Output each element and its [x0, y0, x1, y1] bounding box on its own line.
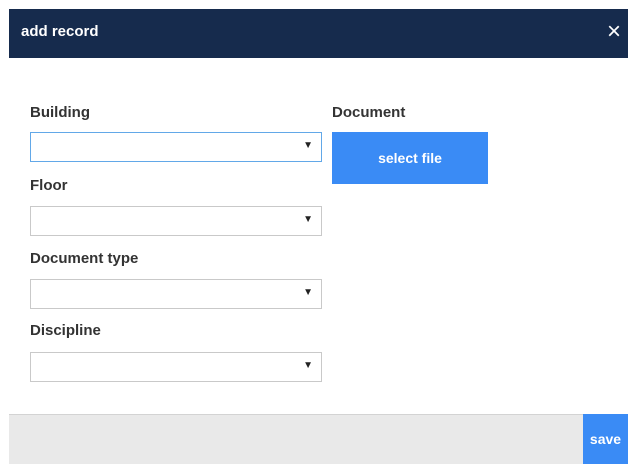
- floor-select[interactable]: ▼: [30, 206, 322, 236]
- add-record-dialog: add record × Building ▼ Floor ▼ Document…: [0, 0, 628, 464]
- chevron-down-icon: ▼: [303, 214, 313, 225]
- select-file-button[interactable]: select file: [332, 132, 488, 184]
- building-label: Building: [30, 104, 90, 121]
- chevron-down-icon: ▼: [303, 287, 313, 298]
- document-label: Document: [332, 104, 406, 121]
- dialog-footer: [9, 414, 628, 464]
- building-select[interactable]: ▼: [30, 132, 322, 162]
- discipline-label: Discipline: [30, 322, 101, 339]
- dialog-header: add record ×: [9, 9, 628, 58]
- close-icon[interactable]: ×: [600, 19, 628, 47]
- dialog-title: add record: [21, 23, 99, 40]
- save-button[interactable]: save: [583, 414, 628, 464]
- chevron-down-icon: ▼: [303, 140, 313, 151]
- document-type-select[interactable]: ▼: [30, 279, 322, 309]
- discipline-select[interactable]: ▼: [30, 352, 322, 382]
- chevron-down-icon: ▼: [303, 360, 313, 371]
- floor-label: Floor: [30, 177, 68, 194]
- document-type-label: Document type: [30, 250, 139, 267]
